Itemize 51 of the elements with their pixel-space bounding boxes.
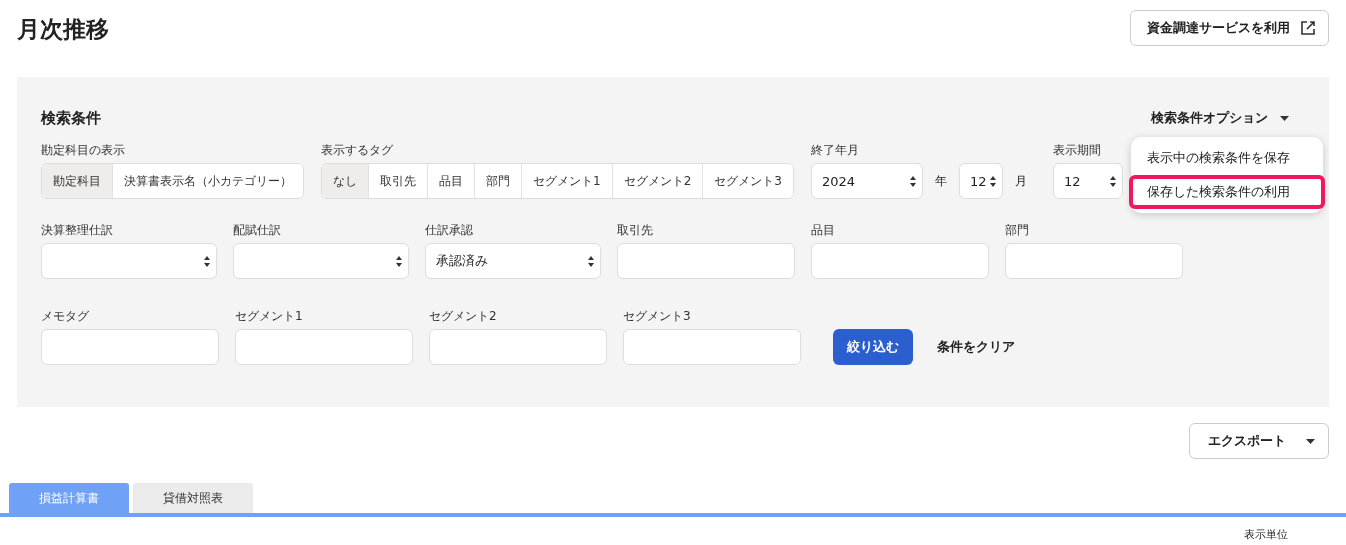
export-button[interactable]: エクスポート: [1189, 423, 1329, 459]
unit-label: 年: [934, 173, 947, 190]
field-label: 部門: [1005, 223, 1030, 237]
field-label: 表示期間: [1052, 143, 1102, 157]
unit-label: 月: [1014, 173, 1027, 190]
up-down-icon: [204, 255, 210, 267]
input-field[interactable]: [235, 329, 413, 365]
field-label: 終了年月: [810, 143, 860, 157]
input-field[interactable]: [811, 243, 989, 279]
search-title: 検索条件: [41, 108, 101, 128]
select-field[interactable]: [41, 243, 217, 279]
display-unit-label: 表示単位: [1244, 527, 1288, 542]
clear-button[interactable]: 条件をクリア: [913, 329, 1039, 365]
field-label: 仕訳承認: [425, 223, 474, 237]
menu-item[interactable]: 表示中の検索条件を保存: [1129, 141, 1325, 175]
field-label: メモタグ: [41, 309, 90, 323]
period-select[interactable]: 12: [1052, 163, 1123, 199]
page-title: 月次推移: [17, 15, 109, 44]
select-field[interactable]: [233, 243, 409, 279]
select-field[interactable]: 承認済み: [425, 243, 601, 279]
apply-button[interactable]: 絞り込む: [833, 329, 913, 365]
month-select[interactable]: 12: [958, 163, 1003, 199]
field-label: 勘定科目の表示: [41, 143, 126, 157]
input-field[interactable]: [1005, 243, 1183, 279]
menu-item[interactable]: 保存した検索条件の利用: [1129, 175, 1325, 209]
field-label: 配賦仕訳: [233, 223, 282, 237]
input-field[interactable]: [623, 329, 801, 365]
segment-option[interactable]: なし: [322, 164, 369, 198]
field-label: 品目: [811, 223, 836, 237]
field-label: 表示するタグ: [321, 143, 394, 157]
field-label: セグメント3: [623, 309, 692, 323]
field-label: 取引先: [617, 223, 654, 237]
input-field[interactable]: [429, 329, 607, 365]
input-field[interactable]: [617, 243, 795, 279]
field-label: セグメント1: [235, 309, 304, 323]
tab[interactable]: 貸借対照表: [133, 483, 253, 513]
up-down-icon: [989, 175, 996, 187]
input-field[interactable]: [41, 329, 219, 365]
funding-service-button[interactable]: 資金調達サービスを利用: [1130, 10, 1329, 46]
external-link-icon: [1300, 20, 1316, 36]
field-label: 決算整理仕訳: [41, 223, 114, 237]
up-down-icon: [396, 255, 402, 267]
year-select[interactable]: 2024: [810, 163, 923, 199]
search-options-button[interactable]: 検索条件オプション: [1151, 109, 1305, 127]
segment-option[interactable]: 勘定科目: [42, 164, 113, 198]
up-down-icon: [1109, 175, 1116, 187]
caret-icon: [1305, 438, 1315, 444]
up-down-icon: [588, 255, 594, 267]
up-down-icon: [909, 175, 916, 187]
field-label: セグメント2: [429, 309, 498, 323]
caret-icon: [1280, 115, 1289, 121]
